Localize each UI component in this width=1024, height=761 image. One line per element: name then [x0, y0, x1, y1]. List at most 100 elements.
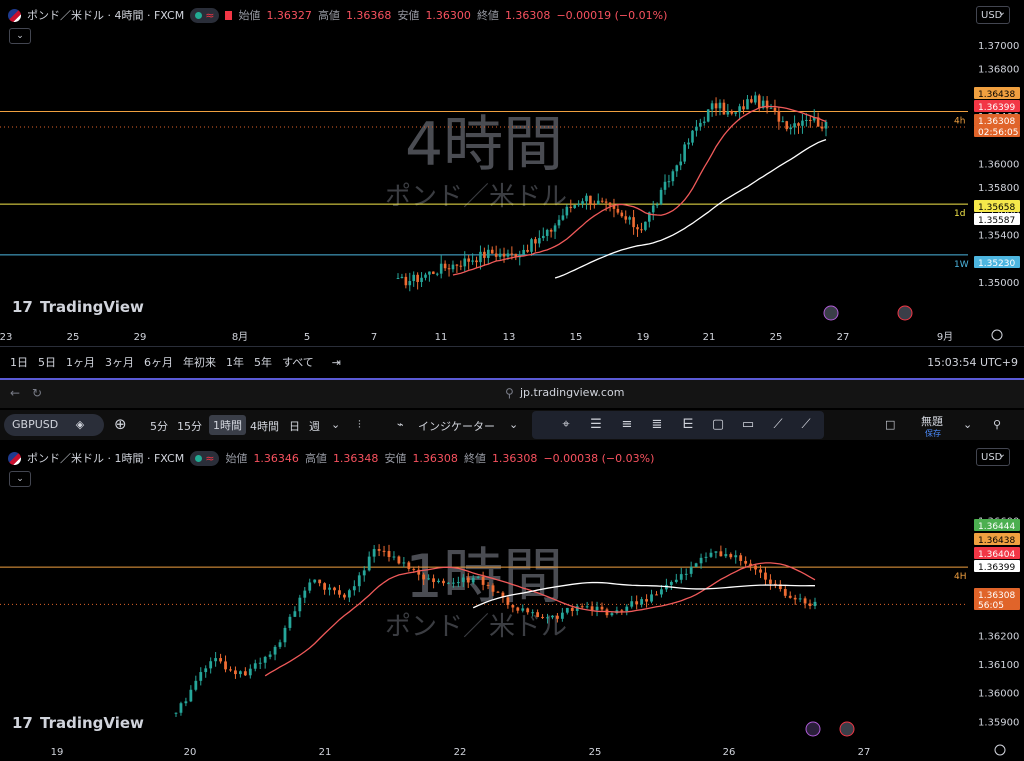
indicators-icon[interactable]: ⌁	[397, 418, 404, 431]
y-axis-tick-label: 1.36200	[978, 631, 1019, 642]
candle-body	[625, 606, 629, 612]
range-3m[interactable]: 3ヶ月	[105, 354, 134, 370]
layout-save-label[interactable]: 保存	[925, 428, 941, 439]
candle-body	[516, 607, 520, 611]
rectangle-tool-icon[interactable]: ▢	[710, 417, 726, 433]
indicators-dropdown-icon[interactable]: ⌄	[509, 418, 518, 431]
goto-date-icon[interactable]: ⇥	[332, 356, 341, 369]
candle-body	[714, 103, 718, 109]
indicators-button[interactable]: インジケーター	[418, 418, 495, 434]
symbol-search-button[interactable]: GBPUSD ◈	[4, 414, 104, 436]
clock[interactable]: 15:03:54 UTC+9	[927, 356, 1018, 369]
candle-body	[483, 251, 486, 258]
url-text[interactable]: jp.tradingview.com	[520, 386, 624, 399]
interval-15m[interactable]: 15分	[177, 418, 202, 434]
moving-average-long	[554, 139, 827, 279]
us-event-flag-icon[interactable]	[839, 721, 855, 737]
candle-body	[570, 607, 574, 611]
candle-body	[526, 249, 529, 252]
range-6m[interactable]: 6ヶ月	[144, 354, 173, 370]
bottom-chart-canvas[interactable]: 1時間 ポンド／米ドル 4H 1.366001.362001.361001.36…	[0, 442, 1024, 761]
interval-dropdown-icon[interactable]: ⌄	[331, 418, 340, 431]
candle-body	[435, 273, 439, 275]
candle-body	[798, 598, 802, 600]
candle-body	[561, 215, 565, 220]
bottom-chart-pane[interactable]: ポンド／米ドル · 1時間 · FXCM ≈ 始値 1.36346 高値 1.363…	[0, 442, 1024, 761]
back-icon[interactable]: ←	[10, 386, 20, 400]
range-ytd[interactable]: 年初来	[183, 354, 216, 370]
price-tag-label: 56:05	[978, 601, 1004, 611]
candle-body	[455, 264, 459, 266]
y-axis-tick-label: 1.36800	[978, 65, 1019, 76]
add-symbol-icon[interactable]: ⊕	[114, 415, 127, 433]
candle-body	[506, 253, 510, 257]
candle-body	[754, 95, 757, 103]
price-range-tool-icon[interactable]: ≡	[619, 417, 635, 433]
range-1y[interactable]: 1年	[226, 354, 244, 370]
candle-body	[447, 582, 450, 584]
candle-body	[318, 579, 322, 584]
interval-1d[interactable]: 日	[289, 418, 300, 434]
range-1d[interactable]: 1日	[10, 354, 28, 370]
range-5y[interactable]: 5年	[254, 354, 272, 370]
candle-body	[694, 563, 698, 567]
trendline-tool-icon[interactable]: ⟋	[770, 417, 786, 433]
candle-body	[347, 590, 351, 598]
interval-4h[interactable]: 4時間	[250, 418, 279, 434]
candle-body	[248, 668, 252, 676]
candle-body	[556, 615, 559, 619]
candle-body	[695, 126, 698, 131]
candle-body	[479, 251, 482, 263]
layout-dropdown-icon[interactable]: ⌄	[963, 418, 972, 431]
candle-body	[650, 594, 653, 602]
candle-body	[620, 212, 624, 217]
candle-body	[699, 122, 702, 127]
parallel-channel-icon[interactable]: ⋿	[680, 417, 696, 433]
range-1m[interactable]: 1ヶ月	[66, 354, 95, 370]
tradingview-logo[interactable]: 𝟭𝟳 TradingView	[12, 714, 144, 732]
us-event-flag-icon[interactable]	[897, 305, 913, 321]
settings-gear-icon[interactable]	[994, 744, 1006, 756]
crosshair-tool-icon[interactable]: ⌖	[558, 417, 574, 433]
candle-body	[439, 263, 443, 274]
candle-body	[526, 608, 530, 613]
interval-5m[interactable]: 5分	[150, 418, 168, 434]
candle-body	[608, 202, 612, 206]
tradingview-logo[interactable]: 𝟭𝟳 TradingView	[12, 298, 144, 316]
quick-search-icon[interactable]: ⚲	[993, 418, 1001, 431]
candle-body	[781, 121, 785, 123]
top-chart-canvas[interactable]: 4時間 ポンド／米ドル 4h1d1W 1.370001.368001.36600…	[0, 0, 1024, 346]
candle-body	[595, 606, 599, 611]
horizontal-line-tool-icon[interactable]: ☰	[588, 417, 604, 433]
range-5d[interactable]: 5日	[38, 354, 56, 370]
path-tool-icon[interactable]: ⟋	[798, 417, 814, 433]
candle-body	[679, 574, 683, 580]
reload-icon[interactable]: ↻	[32, 386, 42, 400]
candle-body	[481, 576, 485, 585]
candle-body	[610, 613, 614, 616]
candle-body	[442, 580, 445, 584]
ray-tool-icon[interactable]: ≣	[649, 417, 665, 433]
candle-body	[459, 265, 463, 267]
settings-gear-icon[interactable]	[991, 329, 1003, 341]
candle-body	[689, 566, 693, 574]
candle-body	[624, 216, 628, 220]
interval-1h[interactable]: 1時間	[209, 415, 246, 435]
x-axis-tick-label: 26	[723, 747, 736, 758]
range-all[interactable]: すべて	[282, 354, 314, 370]
candle-body	[764, 572, 767, 580]
top-chart-pane[interactable]: ポンド／米ドル · 4時間 · FXCM ≈ 始値 1.36327 高値 1.363…	[0, 0, 1024, 346]
callout-tool-icon[interactable]: ▭	[740, 417, 756, 433]
layout-name[interactable]: 無題	[921, 413, 943, 429]
interval-1w[interactable]: 週	[309, 418, 320, 434]
candle-body	[392, 556, 396, 558]
candle-body	[565, 206, 569, 216]
candle-body	[536, 612, 540, 617]
candle-body	[803, 598, 807, 604]
candles-type-icon[interactable]: ⫶	[358, 418, 361, 432]
us-event-flag-icon[interactable]	[823, 305, 839, 321]
lightning-event-icon[interactable]	[805, 721, 821, 737]
x-axis-tick-label: 7	[371, 332, 377, 343]
layout-square-icon[interactable]: □	[885, 418, 895, 431]
candle-body	[268, 654, 272, 657]
